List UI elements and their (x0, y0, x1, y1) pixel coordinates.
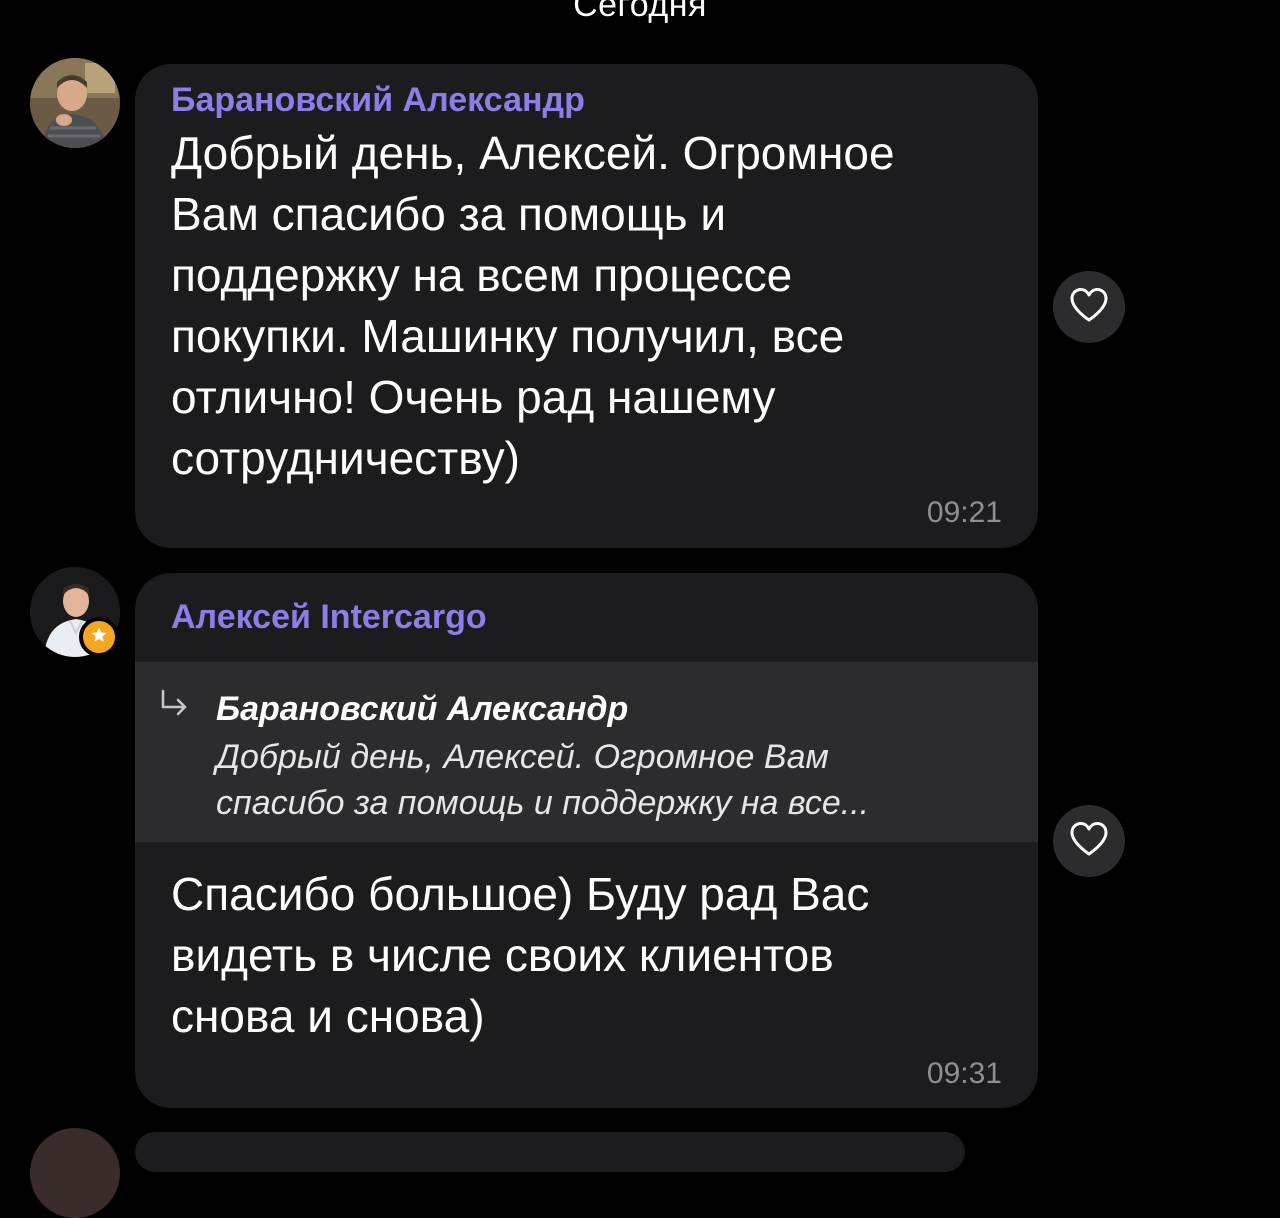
reply-arrow-icon (157, 688, 191, 723)
reply-quote[interactable]: Барановский Александр Добрый день, Алекс… (135, 662, 1038, 842)
reply-sender-name: Барановский Александр (216, 690, 629, 728)
message-bubble[interactable] (135, 1132, 965, 1172)
heart-outline-icon (1069, 287, 1109, 328)
admin-star-badge (79, 617, 119, 657)
sender-name[interactable]: Барановский Александр (171, 80, 1021, 120)
heart-outline-icon (1069, 821, 1109, 862)
avatar[interactable] (30, 58, 120, 148)
message-text: Добрый день, Алексей. Огромное Вам спаси… (171, 127, 895, 484)
reaction-button[interactable] (1053, 271, 1125, 343)
message-bubble[interactable]: Алексей Intercargo Барановский Александр… (135, 573, 1038, 1108)
message-time: 09:31 (926, 1057, 1002, 1090)
message-time: 09:21 (926, 496, 1002, 529)
message-text: Спасибо большое) Буду рад Вас видеть в ч… (171, 868, 870, 1042)
reply-preview-text: Добрый день, Алексей. Огромное Вам спаси… (216, 738, 870, 822)
star-icon (90, 626, 108, 649)
message-bubble[interactable]: Барановский Александр Добрый день, Алекс… (135, 64, 1038, 548)
sender-name[interactable]: Алексей Intercargo (171, 597, 487, 637)
avatar[interactable] (30, 1128, 120, 1218)
reaction-button[interactable] (1053, 805, 1125, 877)
date-separator: Сегодня (573, 0, 707, 24)
